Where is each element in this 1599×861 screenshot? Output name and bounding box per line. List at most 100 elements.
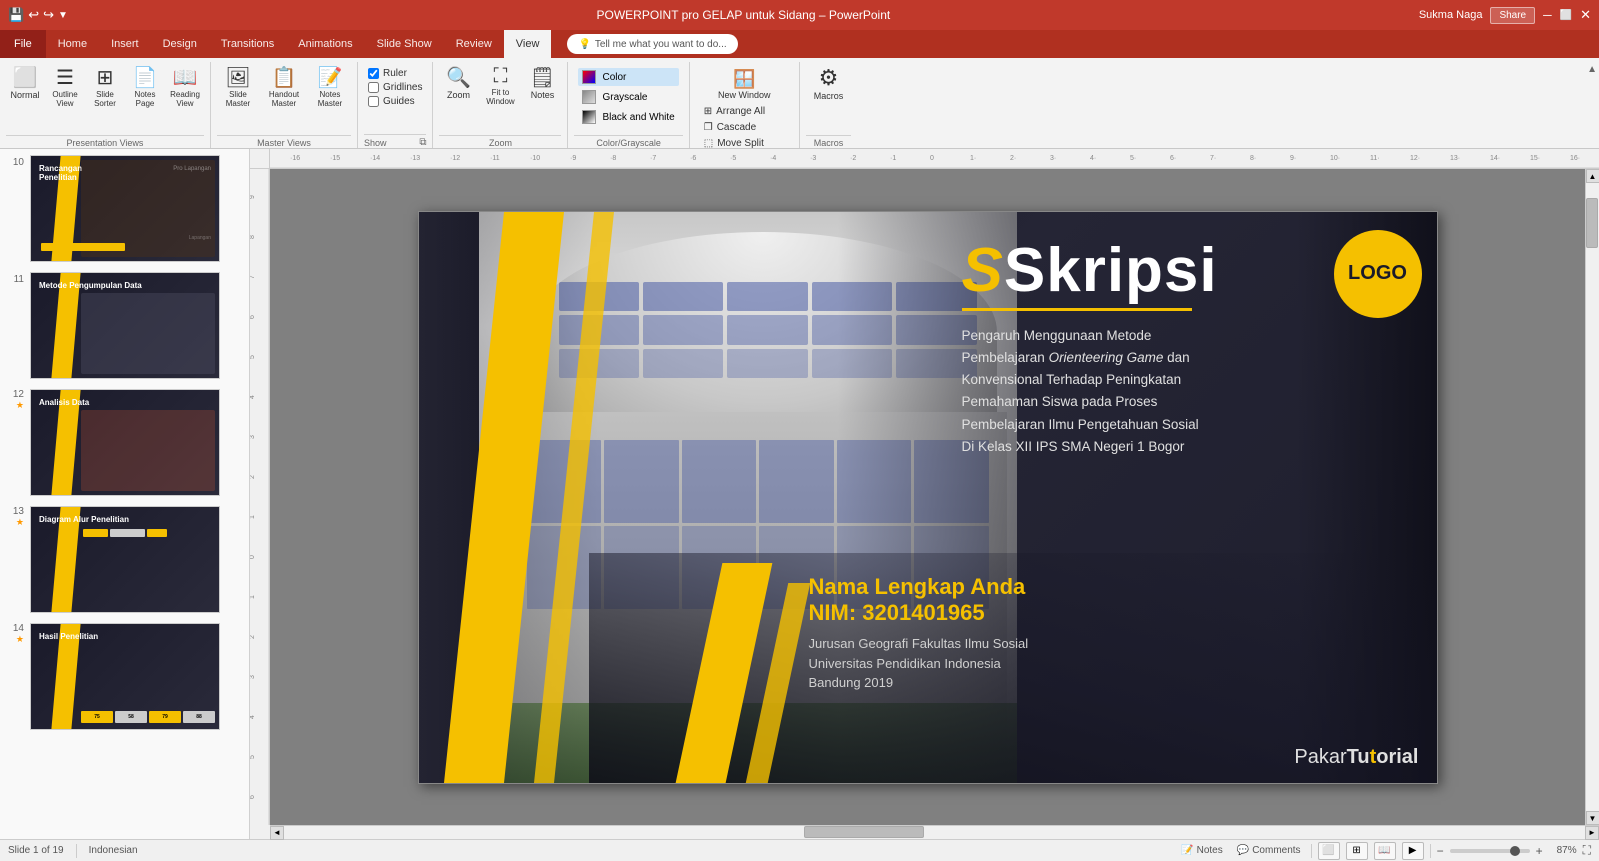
slide-item-14[interactable]: 14 ★ Hasil Penelitian 75 58 79 88 — [4, 621, 245, 732]
zoom-out-button[interactable]: − — [1437, 844, 1444, 858]
color-option[interactable]: Color — [578, 68, 678, 86]
tab-slideshow[interactable]: Slide Show — [365, 30, 444, 58]
slide-master-icon: 🖼 — [225, 65, 250, 90]
slide-sorter-view-btn[interactable]: ⊞ — [1346, 842, 1368, 860]
minimize-button[interactable]: ─ — [1543, 8, 1552, 22]
redo-qat-button[interactable]: ↪ — [43, 7, 54, 23]
zoom-button[interactable]: 🔍 Zoom — [439, 62, 477, 103]
horizontal-ruler: ·16·15·14 ·13·12·11 ·10·9·8 ·7·6·5 ·4·3·… — [270, 149, 1599, 169]
tab-view[interactable]: View — [504, 30, 552, 58]
notes-page-button[interactable]: 📄 NotesPage — [126, 62, 164, 111]
zoom-in-button[interactable]: + — [1536, 844, 1543, 858]
restore-button[interactable]: ⬜ — [1560, 10, 1572, 21]
zoom-group-label: Zoom — [439, 135, 561, 148]
scroll-down-button[interactable]: ▼ — [1586, 811, 1599, 825]
bw-swatch — [582, 110, 596, 124]
fit-to-window-button[interactable]: ⛶ Fit toWindow — [479, 62, 521, 109]
tab-file[interactable]: File — [0, 30, 46, 58]
bw-option[interactable]: Black and White — [578, 108, 678, 126]
macros-button[interactable]: ⚙ Macros — [806, 62, 852, 104]
slide-number-11: 11 — [6, 272, 24, 285]
reading-view-btn[interactable]: 📖 — [1374, 842, 1396, 860]
scroll-right-button[interactable]: ► — [1585, 826, 1599, 840]
normal-view-btn[interactable]: ⬜ — [1318, 842, 1340, 860]
notes-zoom-button[interactable]: 🗒 Notes — [523, 62, 561, 103]
tab-transitions[interactable]: Transitions — [209, 30, 286, 58]
svg-text:14·: 14· — [1490, 155, 1500, 162]
ruler-corner — [250, 149, 270, 169]
scroll-thumb[interactable] — [1586, 198, 1598, 248]
slide-item-13[interactable]: 13 ★ Diagram Alur Penelitian — [4, 504, 245, 615]
guides-checkbox[interactable] — [368, 96, 379, 107]
slide-master-button[interactable]: 🖼 SlideMaster — [217, 62, 259, 111]
ribbon-collapse-button[interactable]: ▲ — [1587, 64, 1597, 75]
zoom-group: 🔍 Zoom ⛶ Fit toWindow 🗒 Notes Zoom — [433, 62, 568, 148]
window-group: 🪟 New Window ⊞ Arrange All ❐ Cascade ⬚ M… — [690, 62, 800, 148]
cascade-button[interactable]: ❐ Cascade — [698, 120, 791, 135]
tab-design[interactable]: Design — [151, 30, 209, 58]
zoom-slider-track[interactable] — [1450, 849, 1530, 853]
normal-view-button[interactable]: ⬜ Normal — [6, 62, 44, 103]
tab-insert[interactable]: Insert — [99, 30, 151, 58]
customize-qat-button[interactable]: ▼ — [58, 10, 68, 21]
tab-home[interactable]: Home — [46, 30, 99, 58]
presenter-view-btn[interactable]: ▶ — [1402, 842, 1424, 860]
ruler-checkbox-label[interactable]: Ruler — [368, 68, 422, 79]
guides-checkbox-label[interactable]: Guides — [368, 96, 422, 107]
h-scroll-track — [284, 826, 1585, 839]
canvas-area[interactable]: LOGO SSkripsi — [270, 169, 1585, 825]
zoom-slider-thumb[interactable] — [1510, 846, 1520, 856]
slide-canvas[interactable]: LOGO SSkripsi — [418, 211, 1438, 784]
slide-item-10[interactable]: 10 RancanganPenelitian Pro Lapangan Lapa… — [4, 153, 245, 264]
svg-text:3: 3 — [250, 435, 256, 439]
ribbon-content: ⬜ Normal ☰ OutlineView ⊞ SlideSorter 📄 N… — [0, 58, 1599, 149]
color-swatch — [582, 70, 596, 84]
scroll-up-button[interactable]: ▲ — [1586, 169, 1599, 183]
tab-animations[interactable]: Animations — [286, 30, 364, 58]
svg-text:2: 2 — [250, 475, 256, 479]
slide-item-12[interactable]: 12 ★ Analisis Data — [4, 387, 245, 498]
svg-text:·7: ·7 — [650, 155, 656, 162]
scroll-left-button[interactable]: ◄ — [270, 826, 284, 840]
new-window-button[interactable]: 🪟 New Window — [698, 66, 791, 103]
svg-text:·10: ·10 — [530, 155, 540, 162]
svg-text:6: 6 — [250, 795, 256, 799]
slide-thumbnail-14: Hasil Penelitian 75 58 79 88 — [30, 623, 220, 730]
grayscale-swatch — [582, 90, 596, 104]
svg-text:13·: 13· — [1450, 155, 1460, 162]
horizontal-scrollbar[interactable]: ◄ ► — [270, 825, 1599, 839]
normal-view-icon: ⬜ — [13, 65, 38, 90]
gridlines-checkbox-label[interactable]: Gridlines — [368, 82, 422, 93]
svg-text:7: 7 — [250, 275, 256, 279]
new-window-icon: 🪟 — [733, 69, 755, 90]
undo-qat-button[interactable]: ↩ — [28, 7, 39, 23]
svg-text:·15: ·15 — [330, 155, 340, 162]
share-button[interactable]: Share — [1490, 7, 1535, 24]
status-sep-1 — [76, 844, 77, 858]
comments-button[interactable]: 💬 Comments — [1233, 843, 1305, 858]
save-qat-button[interactable]: 💾 — [8, 7, 24, 23]
fit-slide-button[interactable]: ⛶ — [1583, 843, 1591, 858]
arrange-all-button[interactable]: ⊞ Arrange All — [698, 104, 791, 119]
notes-master-button[interactable]: 📝 NotesMaster — [309, 62, 351, 111]
grayscale-option[interactable]: Grayscale — [578, 88, 678, 106]
svg-text:9: 9 — [250, 195, 256, 199]
notes-status-button[interactable]: 📝 Notes — [1177, 843, 1227, 858]
h-scroll-thumb[interactable] — [804, 826, 924, 838]
vertical-scrollbar[interactable]: ▲ ▼ — [1585, 169, 1599, 825]
slide-info: Slide 1 of 19 — [8, 845, 64, 856]
show-dialog-button[interactable]: ⧉ — [419, 137, 426, 148]
close-button[interactable]: ✕ — [1580, 7, 1591, 23]
handout-master-button[interactable]: 📋 HandoutMaster — [261, 62, 307, 111]
svg-text:·13: ·13 — [410, 155, 420, 162]
outline-view-button[interactable]: ☰ OutlineView — [46, 62, 84, 111]
ruler-checkbox[interactable] — [368, 68, 379, 79]
tell-me-input[interactable]: 💡 Tell me what you want to do... — [567, 34, 737, 54]
tell-me-label: Tell me what you want to do... — [595, 39, 727, 50]
gridlines-checkbox[interactable] — [368, 82, 379, 93]
reading-view-button[interactable]: 📖 ReadingView — [166, 62, 204, 111]
color-group-label: Color/Grayscale — [574, 135, 682, 148]
slide-item-11[interactable]: 11 Metode Pengumpulan Data — [4, 270, 245, 381]
tab-review[interactable]: Review — [444, 30, 504, 58]
slide-sorter-button[interactable]: ⊞ SlideSorter — [86, 62, 124, 111]
